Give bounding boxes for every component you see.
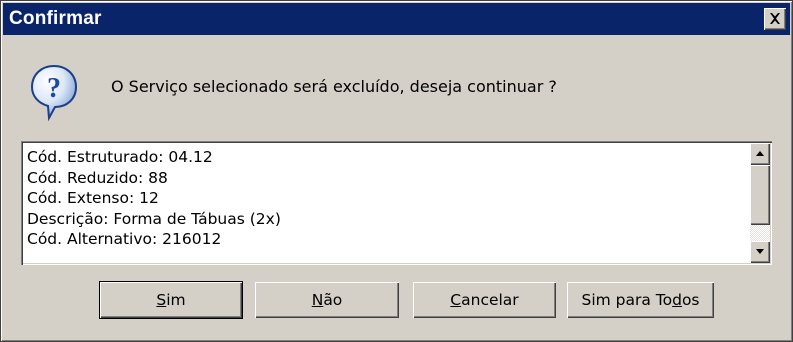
cancelar-button[interactable]: Cancelar — [413, 282, 556, 318]
svg-text:?: ? — [47, 73, 61, 104]
nao-button[interactable]: Não — [255, 282, 399, 318]
confirm-dialog: Confirmar ? O Serviço selecionado será e… — [0, 0, 793, 342]
detail-line: Cód. Extenso: 12 — [27, 189, 159, 207]
dialog-title: Confirmar — [9, 8, 102, 29]
confirm-message: O Serviço selecionado será excluído, des… — [111, 77, 557, 96]
question-icon: ? — [30, 64, 78, 121]
nao-label: Não — [311, 291, 343, 309]
details-list[interactable]: Cód. Estruturado: 04.12 Cód. Reduzido: 8… — [21, 141, 772, 265]
close-icon — [770, 13, 780, 24]
arrow-up-icon — [756, 151, 764, 156]
detail-line: Cód. Alternativo: 216012 — [27, 230, 222, 248]
scroll-down-button[interactable] — [750, 241, 770, 263]
detail-line: Cód. Estruturado: 04.12 — [27, 148, 213, 166]
sim-button[interactable]: Sim — [100, 282, 242, 318]
scroll-up-button[interactable] — [750, 143, 770, 165]
close-button[interactable] — [764, 8, 786, 30]
arrow-down-icon — [756, 249, 764, 254]
sim-label: Sim — [156, 291, 186, 309]
sim-para-todos-label: Sim para Todos — [581, 291, 700, 309]
sim-para-todos-button[interactable]: Sim para Todos — [567, 282, 714, 318]
detail-line: Cód. Reduzido: 88 — [27, 168, 168, 187]
scroll-thumb[interactable] — [750, 165, 770, 225]
detail-line: Descrição: Forma de Tábuas (2x) — [27, 209, 281, 228]
vertical-scrollbar[interactable] — [750, 143, 770, 263]
cancelar-label: Cancelar — [450, 291, 519, 309]
title-bar[interactable]: Confirmar — [3, 3, 790, 35]
